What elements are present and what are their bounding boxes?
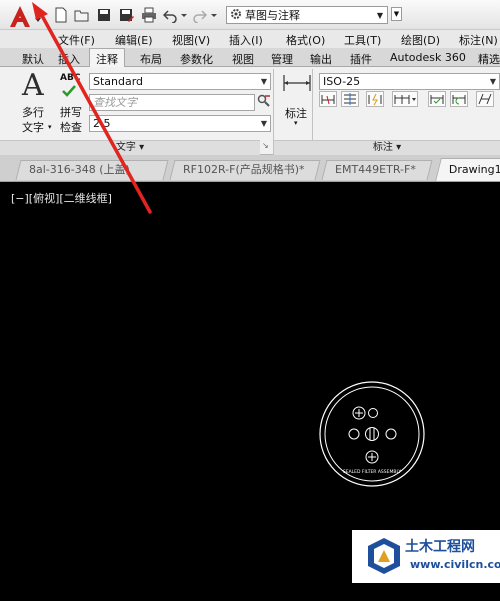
spell-check-label-1[interactable]: 拼写 [60, 104, 82, 120]
workspace-selector[interactable]: 草图与注释 ▼ [226, 6, 388, 24]
drawing-viewport[interactable]: [−][俯视][二维线框] SEALED FILTER ASSEMBLY 土木工… [0, 182, 500, 601]
chevron-down-icon: ▼ [489, 77, 496, 86]
oblique-dimension-icon[interactable] [476, 91, 494, 107]
watermark-title: 土木工程网 [405, 539, 475, 555]
text-style-value: Standard [93, 75, 144, 88]
open-icon[interactable] [74, 7, 90, 23]
autocad-logo-icon [10, 6, 41, 27]
adjust-space-icon[interactable] [341, 91, 359, 107]
linear-dimension-icon[interactable] [282, 73, 312, 96]
spell-check-icon[interactable] [61, 84, 77, 101]
document-tab-active[interactable]: Drawing1* [435, 158, 500, 181]
menu-view[interactable]: 视图(V) [172, 32, 210, 48]
text-height-value: 2.5 [93, 117, 111, 130]
menu-dimension[interactable]: 标注(N) [459, 32, 498, 48]
tab-annotate[interactable]: 注释 [89, 48, 125, 68]
application-menu-button[interactable] [6, 3, 46, 29]
site-logo-icon [366, 536, 402, 579]
workspace-label: 草图与注释 [245, 9, 300, 22]
dimension-style-value: ISO-25 [323, 75, 361, 88]
save-icon[interactable] [97, 7, 111, 23]
menu-insert[interactable]: 插入(I) [229, 32, 263, 48]
document-tab[interactable]: 8al-316-348 (上盖) [15, 160, 169, 180]
document-tab-label: RF102R-F(产品规格书)* [183, 163, 305, 176]
menu-tools[interactable]: 工具(T) [344, 32, 381, 48]
new-icon[interactable] [54, 7, 68, 23]
text-height-select[interactable]: 2.5 ▼ [89, 115, 271, 132]
quick-access-toolbar: 草图与注释 ▼ ▼ [0, 0, 500, 30]
customize-toolbar-button[interactable]: ▼ [391, 7, 402, 21]
viewport-controls-label[interactable]: [−][俯视][二维线框] [11, 190, 112, 206]
spell-check-label-2[interactable]: 检查 [60, 119, 82, 135]
tab-output[interactable]: 输出 [310, 51, 332, 67]
text-panel-launcher-icon[interactable]: ↘ [262, 141, 269, 150]
menu-edit[interactable]: 编辑(E) [115, 32, 153, 48]
document-tab-bar: 8al-316-348 (上盖) RF102R-F(产品规格书)* EMT449… [0, 155, 500, 182]
dimension-style-select[interactable]: ISO-25 ▼ [319, 73, 500, 90]
continue-dimension-icon[interactable] [392, 91, 418, 107]
document-tab-label: EMT449ETR-F* [335, 163, 416, 176]
tab-layout[interactable]: 布局 [140, 51, 162, 67]
menu-format[interactable]: 格式(O) [286, 32, 325, 48]
tab-view[interactable]: 视图 [232, 51, 254, 67]
find-text-input[interactable]: 查找文字 [89, 94, 255, 111]
part-engraving-text: SEALED FILTER ASSEMBLY [343, 469, 401, 475]
multiline-text-label-1[interactable]: 多行 [22, 104, 44, 120]
save-as-icon[interactable] [119, 7, 135, 23]
menu-draw[interactable]: 绘图(D) [401, 32, 440, 48]
menu-bar: 文件(F) 编辑(E) 视图(V) 插入(I) 格式(O) 工具(T) 绘图(D… [0, 30, 500, 48]
update-dimension-icon[interactable] [450, 91, 468, 107]
dimension-dropdown-icon[interactable]: ▾ [294, 119, 298, 127]
dimension-panel-footer[interactable]: 标注 ▾ [274, 140, 500, 155]
ribbon-tab-bar: 默认 插入 注释 布局 参数化 视图 管理 输出 插件 Autodesk 360… [0, 48, 500, 68]
plot-icon[interactable] [141, 7, 157, 23]
undo-dropdown-icon[interactable] [181, 7, 187, 23]
abc-label: ABC [60, 73, 81, 83]
tab-insert[interactable]: 插入 [58, 51, 80, 67]
undo-icon[interactable] [163, 7, 177, 23]
tab-default[interactable]: 默认 [22, 51, 44, 67]
tab-plugins[interactable]: 插件 [350, 51, 372, 67]
menu-file[interactable]: 文件(F) [58, 32, 95, 48]
tab-parametric[interactable]: 参数化 [180, 51, 213, 67]
chevron-down-icon: ▼ [376, 11, 383, 20]
dimension-panel-title: 标注 ▾ [372, 142, 402, 153]
multiline-text-icon[interactable]: A [22, 71, 44, 101]
circular-part-drawing: SEALED FILTER ASSEMBLY [318, 380, 430, 495]
document-tab[interactable]: EMT449ETR-F* [321, 160, 433, 180]
watermark-url: www.civilcn.com [410, 558, 500, 571]
break-dimension-icon[interactable] [319, 91, 337, 107]
find-text-placeholder: 查找文字 [93, 96, 137, 109]
dimension-break-icon[interactable] [366, 91, 384, 107]
redo-dropdown-icon[interactable] [211, 7, 217, 23]
text-panel-title: 文字 ▾ [115, 142, 145, 153]
tab-autodesk-360[interactable]: Autodesk 360 [390, 51, 466, 64]
find-replace-icon[interactable] [257, 94, 271, 113]
tab-featured[interactable]: 精选 [478, 51, 500, 67]
tab-manage[interactable]: 管理 [271, 51, 293, 67]
document-tab-label: Drawing1* [448, 163, 500, 176]
text-style-select[interactable]: Standard ▼ [89, 73, 271, 90]
redo-icon[interactable] [193, 7, 207, 23]
multiline-dropdown-icon[interactable]: ▾ [48, 123, 52, 131]
document-tab[interactable]: RF102R-F(产品规格书)* [169, 160, 321, 180]
site-watermark: 土木工程网 www.civilcn.com [352, 530, 500, 583]
text-panel-footer[interactable]: 文字 ▾ [0, 140, 260, 155]
chevron-down-icon: ▼ [260, 119, 267, 128]
document-tab-label: 8al-316-348 (上盖) [29, 163, 130, 176]
gear-icon [230, 8, 242, 23]
multiline-text-label-2[interactable]: 文字 [22, 119, 44, 135]
chevron-down-icon: ▼ [260, 77, 267, 86]
inspect-dimension-icon[interactable] [428, 91, 446, 107]
ribbon-panels: A 多行 文字 ▾ ABC 拼写 检查 Standard ▼ 查找文字 2.5 … [0, 67, 500, 155]
